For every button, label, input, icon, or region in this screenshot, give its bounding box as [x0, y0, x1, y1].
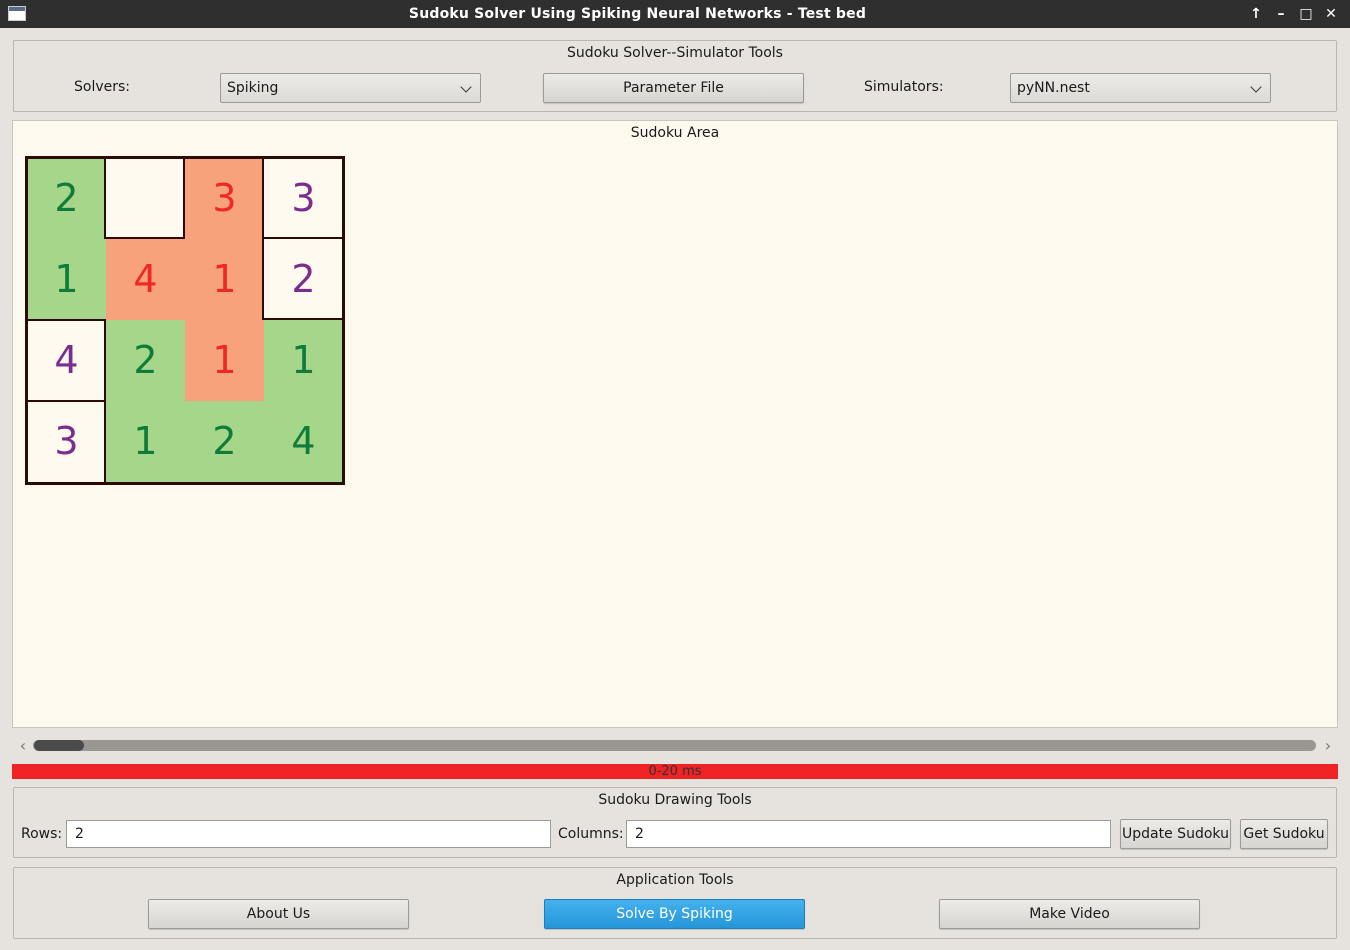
solvers-label: Solvers: [74, 79, 131, 95]
rows-label: Rows: [21, 826, 63, 842]
sudoku-area-title: Sudoku Area [630, 125, 720, 141]
sudoku-cell[interactable]: 4 [27, 320, 106, 401]
make-video-button[interactable]: Make Video [939, 899, 1200, 929]
simulator-tools-group: Sudoku Solver--Simulator Tools Solvers: … [13, 40, 1337, 112]
simulator-tools-title: Sudoku Solver--Simulator Tools [567, 45, 783, 61]
sudoku-cell[interactable]: 3 [185, 158, 264, 239]
solve-by-spiking-button[interactable]: Solve By Spiking [544, 899, 805, 929]
solver-select[interactable]: Spiking [220, 73, 481, 103]
sudoku-cell[interactable]: 1 [264, 320, 343, 401]
sudoku-cell[interactable]: 1 [106, 401, 185, 482]
sudoku-grid: 233141242113124 [25, 156, 345, 485]
sudoku-cell[interactable]: 1 [185, 239, 264, 320]
scrollbar-thumb[interactable] [34, 740, 84, 751]
sudoku-cell[interactable]: 3 [264, 158, 343, 239]
columns-label: Columns: [558, 826, 624, 842]
chevron-down-icon [460, 81, 472, 93]
horizontal-scrollbar[interactable] [33, 740, 1316, 751]
parameter-file-button[interactable]: Parameter File [543, 73, 804, 103]
chevron-down-icon [1250, 81, 1262, 93]
simulation-time-bar: 0-20 ms [12, 764, 1338, 779]
application-tools-group: Application Tools About Us Solve By Spik… [13, 867, 1337, 939]
sudoku-cell[interactable]: 3 [27, 401, 106, 482]
about-us-button[interactable]: About Us [148, 899, 409, 929]
sudoku-cell[interactable]: 1 [185, 320, 264, 401]
maximize-icon[interactable]: □ [1296, 4, 1316, 24]
sudoku-cell[interactable]: 4 [106, 239, 185, 320]
columns-input[interactable]: 2 [626, 820, 1111, 848]
sudoku-cell[interactable] [106, 158, 185, 239]
close-icon[interactable]: ✕ [1321, 4, 1341, 24]
application-tools-title: Application Tools [616, 872, 734, 888]
simulator-select[interactable]: pyNN.nest [1010, 73, 1271, 103]
simulator-select-value: pyNN.nest [1017, 80, 1090, 96]
update-sudoku-button[interactable]: Update Sudoku [1120, 819, 1231, 849]
sudoku-area: Sudoku Area 233141242113124 [12, 120, 1338, 728]
drawing-tools-title: Sudoku Drawing Tools [598, 792, 752, 808]
sudoku-cell[interactable]: 2 [27, 158, 106, 239]
simulators-label: Simulators: [864, 79, 944, 95]
sudoku-cell[interactable]: 2 [106, 320, 185, 401]
sudoku-cell[interactable]: 2 [264, 239, 343, 320]
drawing-tools-group: Sudoku Drawing Tools Rows: 2 Columns: 2 … [13, 787, 1337, 858]
minimize-icon[interactable]: – [1271, 4, 1291, 24]
sudoku-cell[interactable]: 2 [185, 401, 264, 482]
scroll-right-arrow-icon[interactable]: › [1321, 738, 1335, 754]
title-bar: Sudoku Solver Using Spiking Neural Netwo… [0, 0, 1350, 28]
keep-above-icon[interactable]: ↑ [1246, 4, 1266, 24]
rows-input[interactable]: 2 [66, 820, 551, 848]
sudoku-cell[interactable]: 4 [264, 401, 343, 482]
window-title: Sudoku Solver Using Spiking Neural Netwo… [408, 6, 867, 22]
sudoku-cell[interactable]: 1 [27, 239, 106, 320]
get-sudoku-button[interactable]: Get Sudoku [1240, 819, 1328, 849]
solver-select-value: Spiking [227, 80, 279, 96]
scroll-left-arrow-icon[interactable]: ‹ [16, 738, 30, 754]
